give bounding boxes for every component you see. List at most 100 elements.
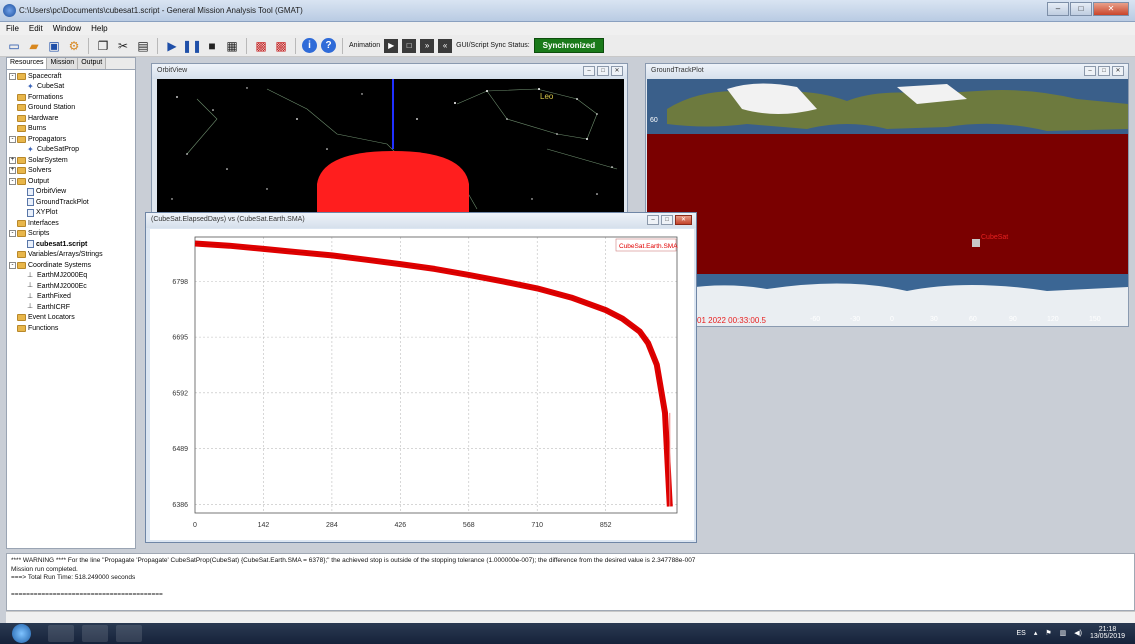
- help-icon[interactable]: ?: [321, 38, 336, 53]
- tree-item[interactable]: XYPlot: [7, 208, 135, 219]
- orbit-view-window[interactable]: OrbitView – □ ✕ Leo: [151, 63, 628, 217]
- tree-item[interactable]: + Solvers: [7, 166, 135, 177]
- toolbar-separator: [88, 37, 89, 54]
- chrome-icon[interactable]: [82, 625, 108, 642]
- tree-item[interactable]: Burns: [7, 124, 135, 135]
- language-indicator[interactable]: ES: [1016, 630, 1025, 637]
- minimize-button[interactable]: –: [1047, 2, 1069, 16]
- tree-item[interactable]: Formations: [7, 92, 135, 103]
- close-all-icon[interactable]: ▩: [253, 38, 269, 54]
- info-icon[interactable]: i: [302, 38, 317, 53]
- animation-slower-icon[interactable]: «: [438, 38, 453, 53]
- tree-item[interactable]: Ground Station: [7, 103, 135, 114]
- animation-play-icon[interactable]: ▶: [384, 38, 399, 53]
- pause-icon[interactable]: ❚❚: [182, 38, 202, 54]
- tree-item[interactable]: - Coordinate Systems: [7, 260, 135, 271]
- tab-mission[interactable]: Mission: [47, 58, 79, 69]
- minimize-button[interactable]: –: [583, 66, 595, 76]
- tree-item[interactable]: ✦ CubeSatProp: [7, 145, 135, 156]
- tree-item-label: Propagators: [28, 135, 67, 143]
- flag-icon[interactable]: ⚑: [1045, 629, 1051, 637]
- animation-stop-icon[interactable]: □: [402, 38, 417, 53]
- ground-track-canvas[interactable]: 60 CubeSat 01 2022 00:33:00.5 -60 -30 0 …: [647, 79, 1128, 326]
- paste-icon[interactable]: ▤: [135, 38, 151, 54]
- settings-icon[interactable]: ⚙: [66, 38, 82, 54]
- collapse-icon[interactable]: -: [9, 177, 16, 185]
- folder-icon: [17, 230, 26, 238]
- plot-frame: [194, 236, 678, 514]
- explorer-icon[interactable]: [48, 625, 74, 642]
- menu-window[interactable]: Window: [53, 24, 81, 33]
- tree-item[interactable]: ⊥ EarthMJ2000Eq: [7, 271, 135, 282]
- gmat-taskbar-icon[interactable]: [116, 625, 142, 642]
- tree-item[interactable]: GroundTrackPlot: [7, 197, 135, 208]
- xy-plot-canvas[interactable]: 6798 6695 6592 6489 6386 0 142 284 426 568 710 852…: [150, 229, 694, 540]
- tree-item[interactable]: Variables/Arrays/Strings: [7, 250, 135, 261]
- animation-faster-icon[interactable]: »: [420, 38, 435, 53]
- open-folder-icon[interactable]: ▰: [26, 38, 42, 54]
- tray-arrow-icon[interactable]: ▴: [1034, 629, 1038, 637]
- close-button[interactable]: ✕: [611, 66, 623, 76]
- tree-item[interactable]: ⊥ EarthFixed: [7, 292, 135, 303]
- tab-resources[interactable]: Resources: [7, 58, 48, 69]
- tree-item[interactable]: Hardware: [7, 113, 135, 124]
- tree-item[interactable]: + SolarSystem: [7, 155, 135, 166]
- run-icon[interactable]: ▶: [164, 38, 180, 54]
- tree-item[interactable]: Functions: [7, 323, 135, 334]
- xy-plot-window[interactable]: (CubeSat.ElapsedDays) vs (CubeSat.Earth.…: [145, 212, 697, 543]
- menu-edit[interactable]: Edit: [29, 24, 43, 33]
- minimize-button[interactable]: –: [1084, 66, 1096, 76]
- message-window[interactable]: **** WARNING **** For the line "Propagat…: [6, 553, 1135, 611]
- tree-item[interactable]: - Scripts: [7, 229, 135, 240]
- constellation-label: Leo: [540, 92, 554, 101]
- copy-icon[interactable]: ❐: [95, 38, 111, 54]
- tree-item[interactable]: - Spacecraft: [7, 71, 135, 82]
- maximize-button[interactable]: □: [597, 66, 609, 76]
- screenshot-icon[interactable]: ▦: [224, 38, 240, 54]
- tree-item[interactable]: ✦ CubeSat: [7, 82, 135, 93]
- volume-icon[interactable]: ◀): [1074, 629, 1082, 637]
- tree-item[interactable]: OrbitView: [7, 187, 135, 198]
- save-icon[interactable]: ▣: [46, 38, 62, 54]
- expand-icon[interactable]: +: [9, 156, 16, 164]
- folder-icon: [17, 125, 26, 133]
- maximize-button[interactable]: □: [1098, 66, 1110, 76]
- stop-icon[interactable]: ■: [204, 38, 220, 54]
- new-file-icon[interactable]: ▭: [6, 38, 22, 54]
- cut-icon[interactable]: ✂: [115, 38, 131, 54]
- orbit-view-canvas[interactable]: Leo: [157, 79, 624, 214]
- system-tray: ES ▴ ⚑ ▥ ◀) 21:18 13/05/2019: [1016, 626, 1125, 640]
- tree-item[interactable]: ⊥ EarthICRF: [7, 302, 135, 313]
- menu-help[interactable]: Help: [91, 24, 107, 33]
- tree-item-label: GroundTrackPlot: [36, 198, 89, 206]
- menu-file[interactable]: File: [6, 24, 19, 33]
- collapse-icon[interactable]: -: [9, 72, 16, 80]
- maximize-button[interactable]: □: [661, 215, 673, 225]
- tree-item[interactable]: - Propagators: [7, 134, 135, 145]
- close-button[interactable]: ✕: [1112, 66, 1124, 76]
- collapse-icon[interactable]: -: [9, 135, 16, 143]
- tab-output[interactable]: Output: [78, 58, 107, 69]
- tree-item[interactable]: Interfaces: [7, 218, 135, 229]
- tree-item[interactable]: cubesat1.script: [7, 239, 135, 250]
- tree-item-label: Event Locators: [28, 314, 75, 322]
- start-button-icon[interactable]: [12, 624, 31, 643]
- close-button[interactable]: ✕: [1093, 2, 1129, 16]
- tree-item[interactable]: - Output: [7, 176, 135, 187]
- tree-item[interactable]: Event Locators: [7, 313, 135, 324]
- network-icon[interactable]: ▥: [1060, 629, 1067, 637]
- ground-track-window[interactable]: GroundTrackPlot – □ ✕ 60 CubeSat 01 2022…: [645, 63, 1129, 327]
- expand-icon[interactable]: +: [9, 167, 16, 175]
- coordinate-axes-icon: ⊥: [27, 303, 34, 311]
- maximize-button[interactable]: □: [1070, 2, 1092, 16]
- tree-item[interactable]: ⊥ EarthMJ2000Ec: [7, 281, 135, 292]
- close-children-icon[interactable]: ▩: [273, 38, 289, 54]
- minimize-button[interactable]: –: [647, 215, 659, 225]
- window-controls: – □ ✕: [1047, 2, 1129, 16]
- close-button[interactable]: ✕: [675, 215, 692, 225]
- clock[interactable]: 21:18 13/05/2019: [1090, 626, 1125, 640]
- collapse-icon[interactable]: -: [9, 261, 16, 269]
- collapse-icon[interactable]: -: [9, 230, 16, 238]
